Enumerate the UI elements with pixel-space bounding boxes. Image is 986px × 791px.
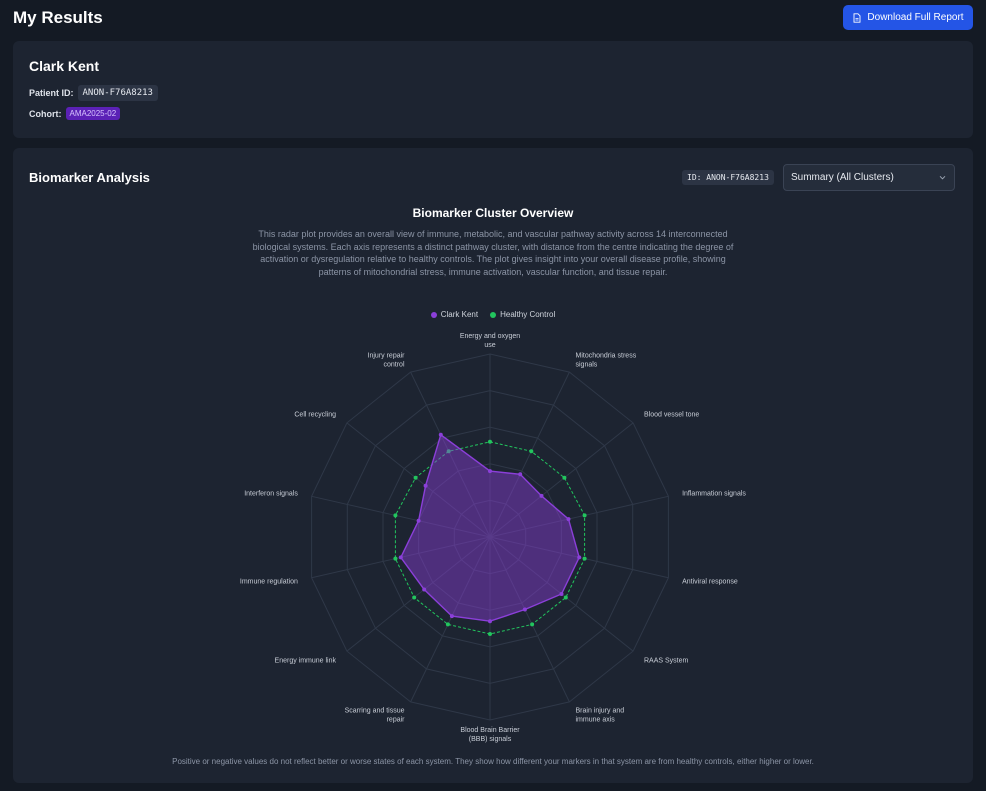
data-point-control: [530, 622, 535, 627]
data-point-patient: [416, 518, 421, 523]
radar-chart: Energy and oxygen use Mitochondria stress s…: [240, 333, 746, 743]
axis-label-line: signals: [576, 362, 598, 369]
data-point-control: [488, 632, 492, 636]
document-icon: [853, 12, 861, 23]
axis-label-line: Inflammation signals: [682, 491, 746, 498]
download-report-button[interactable]: Download Full Report: [843, 5, 973, 30]
data-point-control: [488, 439, 492, 444]
axis-label: Interferon signals: [244, 491, 298, 498]
axis-label-line: Energy immune link: [275, 657, 337, 664]
axis-label: Blood Brain Barrier (BBB) signals: [460, 727, 520, 743]
axis-label-line: Immune regulation: [240, 578, 298, 585]
axis-label: Antiviral response: [682, 578, 738, 585]
data-point-patient: [423, 483, 428, 488]
axis-label-line: Scarring and tissue: [345, 708, 405, 715]
axis-label-line: Interferon signals: [244, 491, 298, 498]
axis-label-line: Energy and oxygen: [460, 333, 520, 340]
data-point-patient: [539, 493, 544, 498]
data-point-control: [393, 513, 398, 518]
data-point-patient: [488, 619, 492, 624]
data-point-patient: [398, 555, 403, 560]
axis-label-line: repair: [387, 717, 406, 724]
page-header: My Results Download Full Report: [0, 0, 986, 36]
download-report-label: Download Full Report: [867, 12, 964, 23]
data-point-patient: [422, 587, 427, 592]
axis-label: Energy and oxygen use: [460, 333, 520, 349]
data-point-patient: [488, 469, 492, 474]
data-point-control: [412, 595, 417, 600]
data-point-patient: [522, 607, 527, 612]
axis-label-line: immune axis: [576, 717, 616, 724]
biomarker-analysis-card: Biomarker Analysis ID: ANON-F76A8213 Sum…: [13, 148, 973, 783]
data-point-patient: [577, 555, 582, 560]
axis-label-line: Brain injury and: [576, 708, 625, 715]
axis-label-line: Antiviral response: [682, 578, 738, 585]
axis-label: RAAS System: [644, 657, 689, 664]
axis-label-line: control: [383, 362, 404, 369]
data-point-patient: [518, 472, 523, 477]
axis-label-line: (BBB) signals: [469, 736, 512, 743]
axis-label: Energy immune link: [275, 657, 337, 664]
axis-label-line: use: [484, 342, 495, 349]
axis-label-line: Blood Brain Barrier: [460, 727, 520, 734]
patient-id-value: ANON-F76A8213: [77, 85, 158, 101]
axis-label: Inflammation signals: [682, 491, 746, 498]
page-title: My Results: [13, 8, 103, 27]
data-point-control: [582, 556, 587, 561]
axis-label: Mitochondria stress signals: [576, 353, 637, 369]
data-point-control: [393, 556, 398, 561]
data-point-patient: [559, 592, 564, 596]
data-point-control: [529, 449, 534, 454]
data-point-control: [563, 595, 568, 600]
data-point-control: [582, 513, 587, 518]
axis-label-line: RAAS System: [644, 657, 689, 664]
axis-label: Blood vessel tone: [644, 412, 699, 419]
data-point-control: [562, 475, 567, 480]
data-point-patient: [449, 614, 454, 619]
axis-label-line: Injury repair: [368, 353, 406, 360]
patient-id-row: Patient ID: ANON-F76A8213: [29, 85, 158, 101]
axis-label: Cell recycling: [294, 412, 336, 419]
axis-label-line: Mitochondria stress: [576, 353, 637, 360]
axis-label-line: Cell recycling: [294, 412, 336, 419]
data-point-patient: [566, 517, 571, 522]
patient-id-label: Patient ID:: [29, 88, 74, 98]
cohort-row: Cohort: AMA2025-02: [29, 107, 121, 120]
data-point-patient: [438, 432, 443, 437]
data-point-control: [413, 475, 418, 480]
axis-label: Injury repair control: [368, 353, 406, 369]
chart-footnote: Positive or negative values do not refle…: [172, 757, 814, 766]
axis-label-line: Blood vessel tone: [644, 412, 699, 419]
cohort-badge: AMA2025-02: [65, 107, 121, 120]
cohort-label: Cohort:: [29, 108, 62, 119]
data-point-control: [445, 622, 450, 627]
patient-name: Clark Kent: [29, 58, 100, 74]
axis-label: Immune regulation: [240, 578, 298, 585]
axis-label: Brain injury and immune axis: [576, 708, 625, 724]
axis-label: Scarring and tissue repair: [345, 708, 406, 724]
patient-card: Clark Kent Patient ID: ANON-F76A8213 Coh…: [13, 41, 973, 138]
